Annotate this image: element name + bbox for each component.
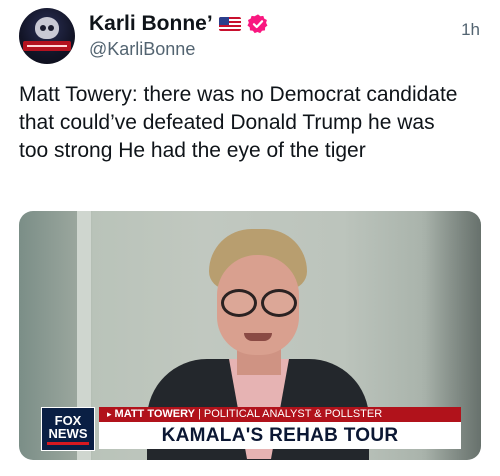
- tweet-header: Karli Bonne’ @KarliBonne 1h: [19, 8, 480, 64]
- subject-mouth: [244, 333, 272, 341]
- fox-logo-bar: [47, 441, 89, 445]
- us-flag-icon: [218, 17, 241, 31]
- fox-news-logo: FOX NEWS: [41, 407, 95, 451]
- avatar-skull-graphic: [35, 17, 59, 39]
- verified-badge-icon: [247, 14, 268, 34]
- fox-logo-top: FOX: [54, 412, 82, 428]
- avatar-banner-graphic: [23, 41, 71, 51]
- tweet-text: Matt Towery: there was no Democrat candi…: [19, 83, 458, 162]
- chyron-headline: KAMALA'S REHAB TOUR: [99, 422, 461, 449]
- tweet-video-thumbnail[interactable]: FOX NEWS ▸ MATT TOWERY | POLITICAL ANALYST …: [19, 211, 481, 460]
- avatar[interactable]: [19, 8, 75, 64]
- author-display-name[interactable]: Karli Bonne’: [89, 12, 213, 36]
- fox-logo-bottom: NEWS: [46, 425, 90, 441]
- author-handle[interactable]: @KarliBonne: [89, 39, 195, 60]
- chyron-arrow-icon: ▸: [107, 409, 112, 419]
- chyron-name-strip: ▸ MATT TOWERY | POLITICAL ANALYST & POLLSTE…: [99, 407, 461, 422]
- subject-glasses: [221, 289, 297, 317]
- tweet-timestamp[interactable]: 1h: [461, 20, 480, 40]
- chyron-speaker-role: POLITICAL ANALYST & POLLSTER: [203, 408, 383, 420]
- author-name-row: Karli Bonne’: [89, 12, 269, 36]
- chyron-speaker-name: MATT TOWERY: [114, 408, 195, 420]
- chyron-separator: |: [198, 408, 201, 420]
- news-lower-third: FOX NEWS ▸ MATT TOWERY | POLITICAL ANALYST …: [37, 404, 461, 454]
